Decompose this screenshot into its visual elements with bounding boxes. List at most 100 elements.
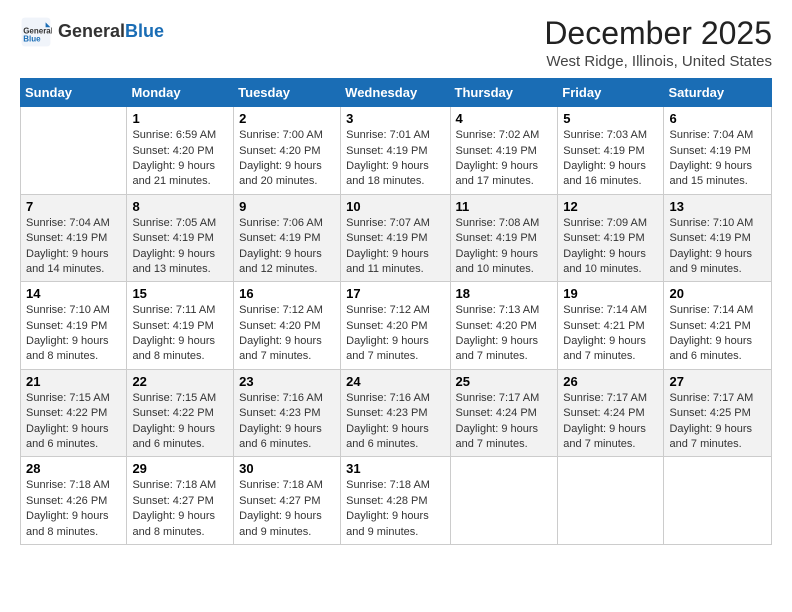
calendar-cell [664, 457, 772, 545]
calendar-cell: 16 Sunrise: 7:12 AMSunset: 4:20 PMDayligh… [234, 282, 341, 370]
column-header-sunday: Sunday [21, 79, 127, 107]
cell-day-number: 28 [26, 461, 121, 476]
calendar-cell: 29 Sunrise: 7:18 AMSunset: 4:27 PMDayligh… [127, 457, 234, 545]
calendar-cell [21, 107, 127, 195]
cell-info-text: Sunrise: 7:18 AMSunset: 4:27 PMDaylight:… [132, 478, 228, 540]
cell-info-text: Sunrise: 7:00 AMSunset: 4:20 PMDaylight:… [239, 128, 335, 190]
cell-day-number: 31 [346, 461, 444, 476]
column-header-tuesday: Tuesday [234, 79, 341, 107]
cell-day-number: 16 [239, 286, 335, 301]
cell-day-number: 4 [456, 111, 553, 126]
calendar-cell: 27 Sunrise: 7:17 AMSunset: 4:25 PMDayligh… [664, 369, 772, 457]
cell-day-number: 3 [346, 111, 444, 126]
cell-day-number: 17 [346, 286, 444, 301]
cell-day-number: 15 [132, 286, 228, 301]
cell-day-number: 1 [132, 111, 228, 126]
calendar-cell: 15 Sunrise: 7:11 AMSunset: 4:19 PMDayligh… [127, 282, 234, 370]
cell-info-text: Sunrise: 7:05 AMSunset: 4:19 PMDaylight:… [132, 216, 228, 278]
cell-info-text: Sunrise: 7:01 AMSunset: 4:19 PMDaylight:… [346, 128, 444, 190]
cell-info-text: Sunrise: 7:16 AMSunset: 4:23 PMDaylight:… [239, 391, 335, 453]
logo-icon: General Blue [20, 16, 52, 48]
cell-day-number: 14 [26, 286, 121, 301]
cell-info-text: Sunrise: 7:17 AMSunset: 4:25 PMDaylight:… [669, 391, 766, 453]
cell-info-text: Sunrise: 7:18 AMSunset: 4:26 PMDaylight:… [26, 478, 121, 540]
cell-info-text: Sunrise: 7:04 AMSunset: 4:19 PMDaylight:… [669, 128, 766, 190]
cell-info-text: Sunrise: 6:59 AMSunset: 4:20 PMDaylight:… [132, 128, 228, 190]
calendar-cell: 1 Sunrise: 6:59 AMSunset: 4:20 PMDaylight… [127, 107, 234, 195]
cell-info-text: Sunrise: 7:18 AMSunset: 4:28 PMDaylight:… [346, 478, 444, 540]
cell-info-text: Sunrise: 7:15 AMSunset: 4:22 PMDaylight:… [132, 391, 228, 453]
cell-info-text: Sunrise: 7:12 AMSunset: 4:20 PMDaylight:… [239, 303, 335, 365]
cell-day-number: 12 [563, 199, 658, 214]
cell-day-number: 10 [346, 199, 444, 214]
logo-general-text: General [58, 21, 125, 41]
calendar-week-row: 1 Sunrise: 6:59 AMSunset: 4:20 PMDaylight… [21, 107, 772, 195]
cell-day-number: 13 [669, 199, 766, 214]
calendar-cell: 4 Sunrise: 7:02 AMSunset: 4:19 PMDaylight… [450, 107, 558, 195]
cell-info-text: Sunrise: 7:11 AMSunset: 4:19 PMDaylight:… [132, 303, 228, 365]
cell-info-text: Sunrise: 7:10 AMSunset: 4:19 PMDaylight:… [669, 216, 766, 278]
title-block: December 2025 West Ridge, Illinois, Unit… [544, 16, 772, 70]
cell-day-number: 2 [239, 111, 335, 126]
cell-info-text: Sunrise: 7:15 AMSunset: 4:22 PMDaylight:… [26, 391, 121, 453]
calendar-cell: 2 Sunrise: 7:00 AMSunset: 4:20 PMDaylight… [234, 107, 341, 195]
calendar-cell: 12 Sunrise: 7:09 AMSunset: 4:19 PMDayligh… [558, 194, 664, 282]
calendar-cell: 25Sunrise: 7:17 AMSunset: 4:24 PMDayligh… [450, 369, 558, 457]
cell-info-text: Sunrise: 7:17 AMSunset: 4:24 PMDaylight:… [563, 391, 658, 453]
calendar-cell: 14 Sunrise: 7:10 AMSunset: 4:19 PMDayligh… [21, 282, 127, 370]
cell-info-text: Sunrise: 7:07 AMSunset: 4:19 PMDaylight:… [346, 216, 444, 278]
column-header-saturday: Saturday [664, 79, 772, 107]
column-header-friday: Friday [558, 79, 664, 107]
calendar-cell: 7Sunrise: 7:04 AMSunset: 4:19 PMDaylight… [21, 194, 127, 282]
calendar-cell: 23Sunrise: 7:16 AMSunset: 4:23 PMDayligh… [234, 369, 341, 457]
column-header-wednesday: Wednesday [341, 79, 450, 107]
calendar-cell: 26Sunrise: 7:17 AMSunset: 4:24 PMDayligh… [558, 369, 664, 457]
cell-info-text: Sunrise: 7:14 AMSunset: 4:21 PMDaylight:… [669, 303, 766, 365]
cell-info-text: Sunrise: 7:06 AMSunset: 4:19 PMDaylight:… [239, 216, 335, 278]
calendar-cell: 31 Sunrise: 7:18 AMSunset: 4:28 PMDayligh… [341, 457, 450, 545]
calendar-cell: 22Sunrise: 7:15 AMSunset: 4:22 PMDayligh… [127, 369, 234, 457]
calendar-header-row: SundayMondayTuesdayWednesdayThursdayFrid… [21, 79, 772, 107]
cell-info-text: Sunrise: 7:10 AMSunset: 4:19 PMDaylight:… [26, 303, 121, 365]
logo: General Blue GeneralBlue [20, 16, 164, 48]
cell-info-text: Sunrise: 7:09 AMSunset: 4:19 PMDaylight:… [563, 216, 658, 278]
cell-day-number: 8 [132, 199, 228, 214]
calendar-cell: 8 Sunrise: 7:05 AMSunset: 4:19 PMDaylight… [127, 194, 234, 282]
cell-day-number: 11 [456, 199, 553, 214]
cell-day-number: 19 [563, 286, 658, 301]
cell-day-number: 18 [456, 286, 553, 301]
cell-day-number: 20 [669, 286, 766, 301]
cell-day-number: 6 [669, 111, 766, 126]
calendar-cell: 20 Sunrise: 7:14 AMSunset: 4:21 PMDayligh… [664, 282, 772, 370]
cell-info-text: Sunrise: 7:02 AMSunset: 4:19 PMDaylight:… [456, 128, 553, 190]
calendar-cell: 24Sunrise: 7:16 AMSunset: 4:23 PMDayligh… [341, 369, 450, 457]
cell-info-text: Sunrise: 7:18 AMSunset: 4:27 PMDaylight:… [239, 478, 335, 540]
calendar-cell: 9 Sunrise: 7:06 AMSunset: 4:19 PMDaylight… [234, 194, 341, 282]
calendar-week-row: 14 Sunrise: 7:10 AMSunset: 4:19 PMDayligh… [21, 282, 772, 370]
calendar-cell: 13 Sunrise: 7:10 AMSunset: 4:19 PMDayligh… [664, 194, 772, 282]
calendar-cell: 18 Sunrise: 7:13 AMSunset: 4:20 PMDayligh… [450, 282, 558, 370]
cell-day-number: 29 [132, 461, 228, 476]
calendar-week-row: 28 Sunrise: 7:18 AMSunset: 4:26 PMDayligh… [21, 457, 772, 545]
cell-info-text: Sunrise: 7:08 AMSunset: 4:19 PMDaylight:… [456, 216, 553, 278]
calendar-cell: 19 Sunrise: 7:14 AMSunset: 4:21 PMDayligh… [558, 282, 664, 370]
page-header: General Blue GeneralBlue December 2025 W… [20, 16, 772, 70]
cell-info-text: Sunrise: 7:14 AMSunset: 4:21 PMDaylight:… [563, 303, 658, 365]
cell-info-text: Sunrise: 7:16 AMSunset: 4:23 PMDaylight:… [346, 391, 444, 453]
calendar-week-row: 7Sunrise: 7:04 AMSunset: 4:19 PMDaylight… [21, 194, 772, 282]
calendar-cell: 21 Sunrise: 7:15 AMSunset: 4:22 PMDayligh… [21, 369, 127, 457]
calendar-table: SundayMondayTuesdayWednesdayThursdayFrid… [20, 78, 772, 545]
svg-text:Blue: Blue [23, 35, 41, 44]
cell-info-text: Sunrise: 7:12 AMSunset: 4:20 PMDaylight:… [346, 303, 444, 365]
logo-blue-text: Blue [125, 21, 164, 41]
cell-day-number: 21 [26, 374, 121, 389]
cell-day-number: 9 [239, 199, 335, 214]
calendar-cell [558, 457, 664, 545]
calendar-cell: 30Sunrise: 7:18 AMSunset: 4:27 PMDayligh… [234, 457, 341, 545]
calendar-cell [450, 457, 558, 545]
cell-info-text: Sunrise: 7:13 AMSunset: 4:20 PMDaylight:… [456, 303, 553, 365]
cell-info-text: Sunrise: 7:04 AMSunset: 4:19 PMDaylight:… [26, 216, 121, 278]
cell-day-number: 27 [669, 374, 766, 389]
cell-info-text: Sunrise: 7:03 AMSunset: 4:19 PMDaylight:… [563, 128, 658, 190]
cell-day-number: 25 [456, 374, 553, 389]
